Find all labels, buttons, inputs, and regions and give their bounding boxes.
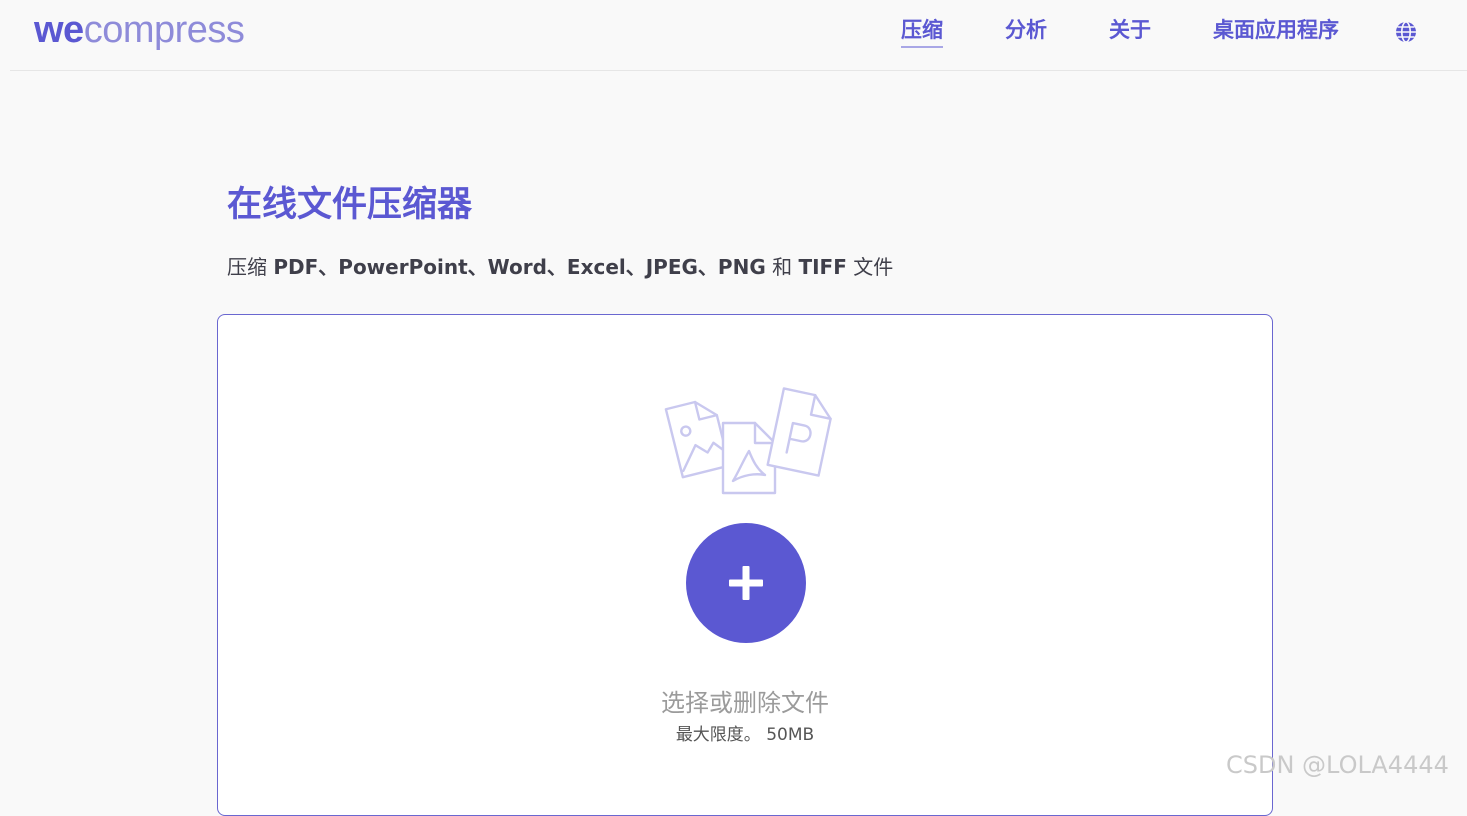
nav-about[interactable]: 关于 bbox=[1109, 14, 1151, 46]
file-size-limit: 最大限度。 50MB bbox=[218, 723, 1272, 747]
globe-icon[interactable] bbox=[1394, 20, 1418, 44]
nav-compress[interactable]: 压缩 bbox=[901, 14, 943, 48]
add-file-button[interactable] bbox=[686, 523, 806, 643]
nav-analyze[interactable]: 分析 bbox=[1005, 14, 1047, 46]
wecompress-logo[interactable]: wecompress bbox=[34, 8, 245, 52]
csdn-watermark: CSDN @LOLA4444 bbox=[1226, 751, 1449, 779]
plus-icon bbox=[729, 566, 763, 600]
top-navbar: wecompress 压缩 分析 关于 桌面应用程序 bbox=[10, 0, 1467, 71]
page-title: 在线文件压缩器 bbox=[227, 185, 473, 225]
logo-compress: compress bbox=[83, 9, 245, 51]
logo-we: we bbox=[34, 9, 84, 51]
subtitle-last-format: TIFF bbox=[798, 255, 847, 279]
nav-desktop-app[interactable]: 桌面应用程序 bbox=[1213, 14, 1339, 46]
limit-value: 50MB bbox=[766, 725, 815, 745]
limit-label: 最大限度。 bbox=[675, 725, 761, 745]
page-subtitle: 压缩 PDF、PowerPoint、Word、Excel、JPEG、PNG 和 … bbox=[227, 252, 893, 282]
subtitle-suffix: 文件 bbox=[846, 255, 894, 279]
subtitle-connector: 和 bbox=[765, 255, 799, 279]
file-types-illustration bbox=[663, 385, 833, 495]
subtitle-prefix: 压缩 bbox=[227, 255, 274, 279]
file-dropzone[interactable]: 选择或删除文件 最大限度。 50MB bbox=[217, 314, 1273, 816]
select-files-label: 选择或删除文件 bbox=[661, 689, 829, 717]
subtitle-formats: PDF、PowerPoint、Word、Excel、JPEG、PNG bbox=[273, 255, 766, 279]
